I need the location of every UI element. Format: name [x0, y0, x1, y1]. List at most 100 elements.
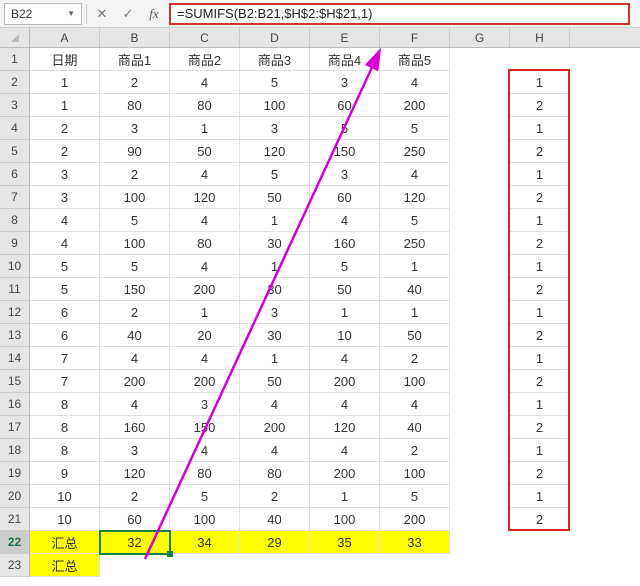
column-header-A[interactable]: A: [30, 28, 100, 47]
cell-C10[interactable]: 4: [170, 255, 240, 278]
row-header-13[interactable]: 13: [0, 324, 29, 347]
cell-D5[interactable]: 120: [240, 140, 310, 163]
cell-C18[interactable]: 4: [170, 439, 240, 462]
cell-H4[interactable]: 1: [510, 117, 570, 140]
cell-F4[interactable]: 5: [380, 117, 450, 140]
cell-C11[interactable]: 200: [170, 278, 240, 301]
cell-B6[interactable]: 2: [100, 163, 170, 186]
cell-D15[interactable]: 50: [240, 370, 310, 393]
cell-C9[interactable]: 80: [170, 232, 240, 255]
cell-A16[interactable]: 8: [30, 393, 100, 416]
cell-A15[interactable]: 7: [30, 370, 100, 393]
cell-H17[interactable]: 2: [510, 416, 570, 439]
cell-B21[interactable]: 60: [100, 508, 170, 531]
cell-E6[interactable]: 3: [310, 163, 380, 186]
cell-H11[interactable]: 2: [510, 278, 570, 301]
cell-F3[interactable]: 200: [380, 94, 450, 117]
cell-C3[interactable]: 80: [170, 94, 240, 117]
cell-F20[interactable]: 5: [380, 485, 450, 508]
row-header-19[interactable]: 19: [0, 462, 29, 485]
cell-E8[interactable]: 4: [310, 209, 380, 232]
cell-D8[interactable]: 1: [240, 209, 310, 232]
cell-A17[interactable]: 8: [30, 416, 100, 439]
cell-H16[interactable]: 1: [510, 393, 570, 416]
cell-A3[interactable]: 1: [30, 94, 100, 117]
cell-E1[interactable]: 商品4: [310, 48, 380, 71]
cell-B4[interactable]: 3: [100, 117, 170, 140]
cell-A11[interactable]: 5: [30, 278, 100, 301]
cancel-icon[interactable]: ✕: [91, 3, 113, 25]
cell-B15[interactable]: 200: [100, 370, 170, 393]
cell-H10[interactable]: 1: [510, 255, 570, 278]
cell-D12[interactable]: 3: [240, 301, 310, 324]
cell-E5[interactable]: 150: [310, 140, 380, 163]
cell-H18[interactable]: 1: [510, 439, 570, 462]
cell-B18[interactable]: 3: [100, 439, 170, 462]
cell-D13[interactable]: 30: [240, 324, 310, 347]
cell-A7[interactable]: 3: [30, 186, 100, 209]
cell-A20[interactable]: 10: [30, 485, 100, 508]
cell-D9[interactable]: 30: [240, 232, 310, 255]
row-header-1[interactable]: 1: [0, 48, 29, 71]
cell-A10[interactable]: 5: [30, 255, 100, 278]
column-header-B[interactable]: B: [100, 28, 170, 47]
cell-F14[interactable]: 2: [380, 347, 450, 370]
cell-D22[interactable]: 29: [240, 531, 310, 554]
cell-A14[interactable]: 7: [30, 347, 100, 370]
cell-F2[interactable]: 4: [380, 71, 450, 94]
cell-C19[interactable]: 80: [170, 462, 240, 485]
cell-B12[interactable]: 2: [100, 301, 170, 324]
cell-F12[interactable]: 1: [380, 301, 450, 324]
cell-C20[interactable]: 5: [170, 485, 240, 508]
cell-C4[interactable]: 1: [170, 117, 240, 140]
column-header-E[interactable]: E: [310, 28, 380, 47]
cell-C15[interactable]: 200: [170, 370, 240, 393]
row-header-14[interactable]: 14: [0, 347, 29, 370]
cell-E13[interactable]: 10: [310, 324, 380, 347]
cell-B17[interactable]: 160: [100, 416, 170, 439]
cell-B10[interactable]: 5: [100, 255, 170, 278]
row-header-16[interactable]: 16: [0, 393, 29, 416]
row-header-10[interactable]: 10: [0, 255, 29, 278]
cell-A4[interactable]: 2: [30, 117, 100, 140]
cell-D4[interactable]: 3: [240, 117, 310, 140]
column-header-D[interactable]: D: [240, 28, 310, 47]
cell-B14[interactable]: 4: [100, 347, 170, 370]
cell-D17[interactable]: 200: [240, 416, 310, 439]
cell-C1[interactable]: 商品2: [170, 48, 240, 71]
cell-B2[interactable]: 2: [100, 71, 170, 94]
cell-H15[interactable]: 2: [510, 370, 570, 393]
cell-F18[interactable]: 2: [380, 439, 450, 462]
cell-C8[interactable]: 4: [170, 209, 240, 232]
cell-D6[interactable]: 5: [240, 163, 310, 186]
accept-icon[interactable]: ✓: [117, 3, 139, 25]
row-header-15[interactable]: 15: [0, 370, 29, 393]
cell-A5[interactable]: 2: [30, 140, 100, 163]
cell-E2[interactable]: 3: [310, 71, 380, 94]
cell-B8[interactable]: 5: [100, 209, 170, 232]
cell-D2[interactable]: 5: [240, 71, 310, 94]
cell-H8[interactable]: 1: [510, 209, 570, 232]
cell-F8[interactable]: 5: [380, 209, 450, 232]
cell-H3[interactable]: 2: [510, 94, 570, 117]
cell-A8[interactable]: 4: [30, 209, 100, 232]
cell-D14[interactable]: 1: [240, 347, 310, 370]
cell-C16[interactable]: 3: [170, 393, 240, 416]
row-header-21[interactable]: 21: [0, 508, 29, 531]
fx-icon[interactable]: fx: [143, 3, 165, 25]
cell-F10[interactable]: 1: [380, 255, 450, 278]
cell-A23[interactable]: 汇总: [30, 554, 100, 577]
cell-B3[interactable]: 80: [100, 94, 170, 117]
cell-E20[interactable]: 1: [310, 485, 380, 508]
cell-E22[interactable]: 35: [310, 531, 380, 554]
cell-B16[interactable]: 4: [100, 393, 170, 416]
cell-D7[interactable]: 50: [240, 186, 310, 209]
cell-D10[interactable]: 1: [240, 255, 310, 278]
cell-D19[interactable]: 80: [240, 462, 310, 485]
cell-B9[interactable]: 100: [100, 232, 170, 255]
cell-H13[interactable]: 2: [510, 324, 570, 347]
row-header-2[interactable]: 2: [0, 71, 29, 94]
cell-E17[interactable]: 120: [310, 416, 380, 439]
cell-B11[interactable]: 150: [100, 278, 170, 301]
row-header-17[interactable]: 17: [0, 416, 29, 439]
